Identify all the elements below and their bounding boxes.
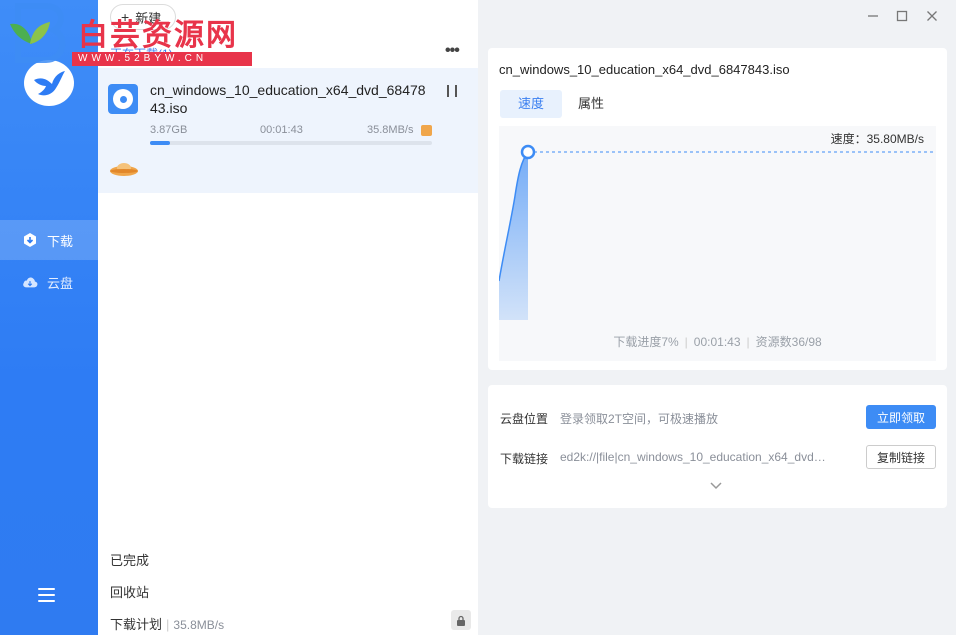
ufo-icon [110, 163, 138, 176]
completed-link[interactable]: 已完成 [110, 550, 149, 569]
tab-speed[interactable]: 速度 [500, 90, 563, 118]
lock-icon[interactable] [451, 610, 471, 630]
disc-file-icon [108, 84, 138, 114]
speed-chart: 速度：35.80MB/s 下载进度7% | 00:01:43 | 资源数36/98 [499, 126, 936, 361]
more-icon[interactable]: ••• [445, 42, 460, 60]
speed-area [499, 152, 528, 320]
claim-now-button[interactable]: 立即领取 [866, 405, 936, 429]
download-icon [22, 232, 38, 248]
stat-elapsed: 00:01:43 [693, 335, 741, 349]
sidebar-item-download[interactable]: 下载 [0, 220, 98, 260]
new-task-button[interactable]: + 新建 [110, 4, 177, 30]
tab-properties[interactable]: 属性 [560, 90, 622, 118]
download-link-value[interactable]: ed2k://|file|cn_windows_10_education_x64… [560, 450, 830, 464]
speed-point [520, 144, 536, 160]
pause-icon[interactable] [447, 85, 457, 97]
maximize-icon[interactable] [895, 9, 909, 23]
task-size: 3.87GB [150, 124, 188, 136]
task-detail-card: cn_windows_10_education_x64_dvd_6847843.… [488, 48, 947, 370]
speed-chart-graph [499, 144, 936, 320]
task-list-panel: + 新建 正在下载(1) ••• cn_windows_10_education… [98, 0, 478, 635]
new-task-label: 新建 [135, 10, 162, 26]
cloud-icon [22, 274, 38, 290]
schedule-label: 下载计划 [110, 617, 163, 632]
task-elapsed: 00:01:43 [260, 124, 303, 136]
download-link-label: 下载链接 [500, 452, 549, 466]
task-item[interactable]: cn_windows_10_education_x64_dvd_6847843.… [98, 68, 478, 193]
close-icon[interactable] [925, 9, 939, 23]
app-logo [24, 60, 74, 106]
chevron-down-icon[interactable] [710, 481, 722, 491]
download-schedule[interactable]: 下载计划 | 35.8MB/s [110, 614, 224, 633]
task-info-card: 云盘位置 登录领取2T空间，可极速播放 立即领取 下载链接 ed2k://|fi… [488, 385, 947, 508]
progress-fill [150, 141, 170, 145]
stat-progress: 下载进度7% [613, 335, 679, 349]
sidebar: 下载 云盘 [0, 0, 98, 635]
chart-stats: 下载进度7% | 00:01:43 | 资源数36/98 [613, 335, 822, 349]
task-speed: 35.8MB/s [367, 124, 414, 136]
plus-icon: + [121, 9, 130, 25]
schedule-rate: 35.8MB/s [173, 618, 225, 632]
speed-boost-icon[interactable] [421, 125, 432, 136]
sidebar-item-label: 下载 [47, 233, 74, 249]
detail-filename: cn_windows_10_education_x64_dvd_6847843.… [499, 62, 790, 77]
minimize-icon[interactable] [866, 9, 880, 23]
task-filename: cn_windows_10_education_x64_dvd_6847843.… [150, 82, 426, 116]
copy-link-button[interactable]: 复制链接 [866, 445, 936, 469]
sidebar-item-cloud[interactable]: 云盘 [0, 262, 98, 302]
menu-icon[interactable] [38, 588, 55, 602]
sidebar-item-label: 云盘 [47, 275, 74, 291]
recycle-bin-link[interactable]: 回收站 [110, 582, 149, 601]
cloud-location-label: 云盘位置 [500, 412, 549, 426]
stat-sources: 资源数36/98 [755, 335, 822, 349]
section-title-downloading[interactable]: 正在下载(1) [110, 45, 173, 62]
cloud-location-value: 登录领取2T空间，可极速播放 [560, 412, 719, 426]
current-speed-label: 速度：35.80MB/s [830, 132, 924, 146]
progress-bar [150, 141, 432, 145]
bird-logo-icon [34, 71, 65, 96]
